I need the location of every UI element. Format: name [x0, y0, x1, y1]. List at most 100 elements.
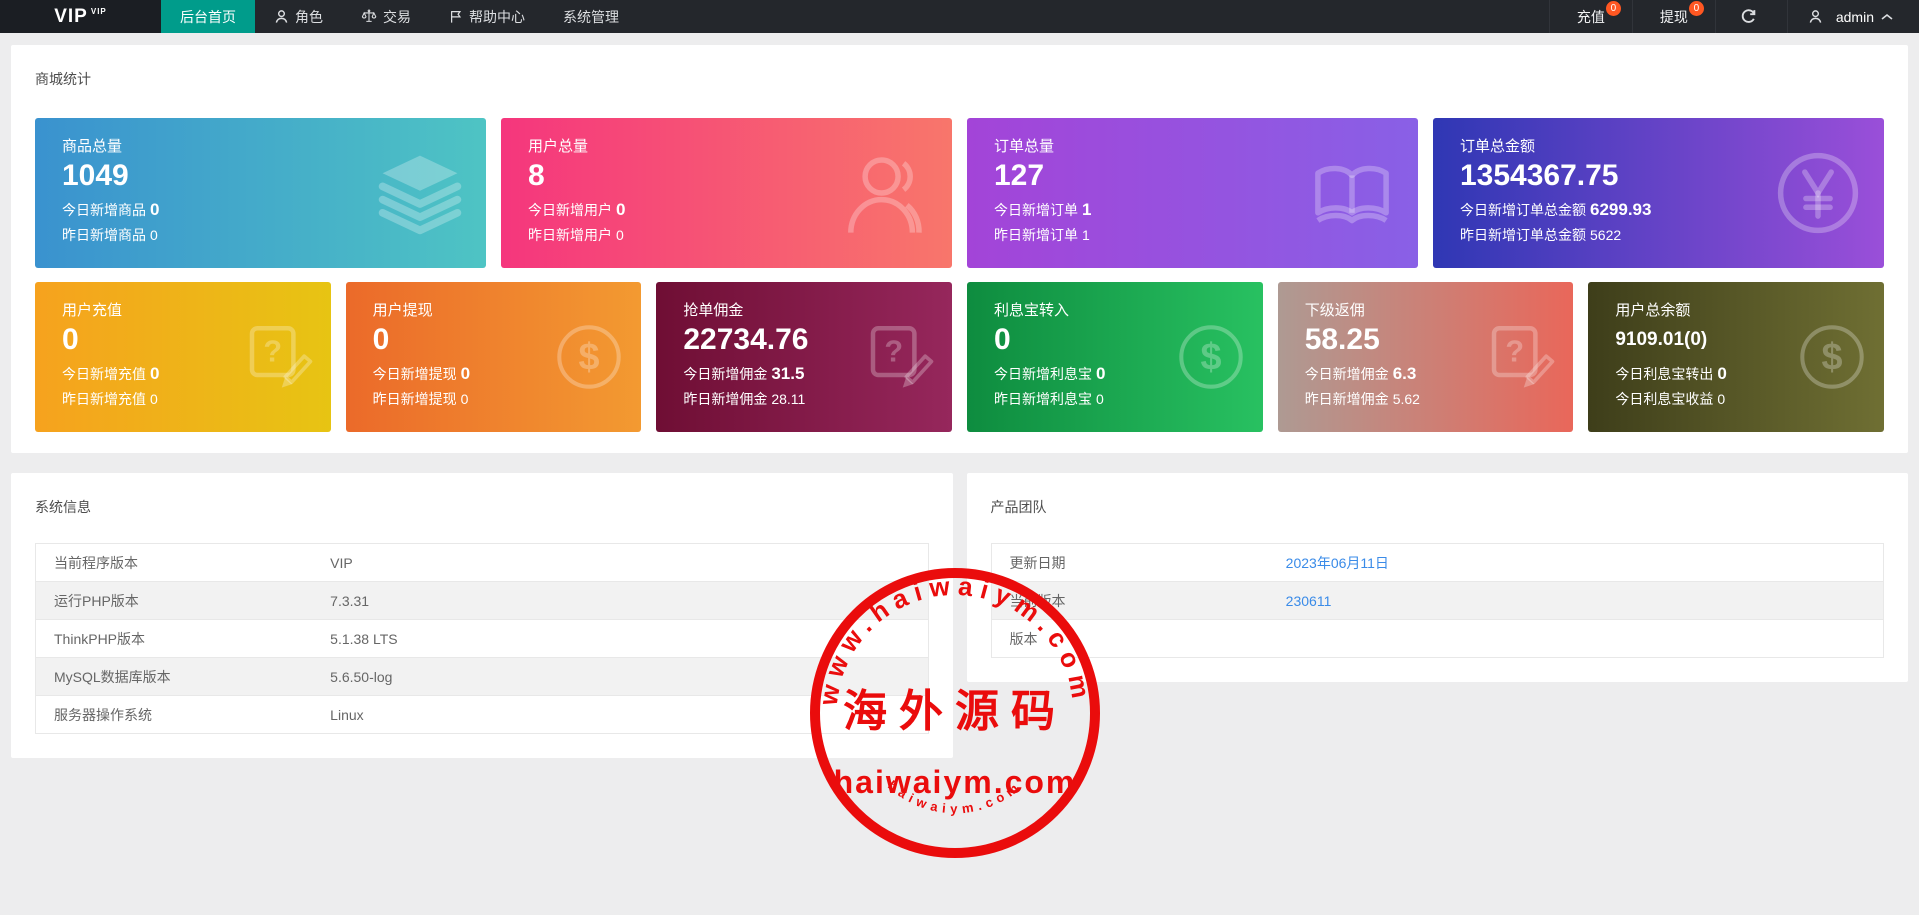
product-team-label: 当前版本 — [991, 581, 1268, 620]
stat-card-user-total: 用户总量 8 今日新增用户 0 昨日新增用户 0 — [501, 118, 952, 268]
menu-item-label: 帮助中心 — [469, 8, 525, 25]
logo-text: VIP — [54, 5, 88, 27]
svg-text:$: $ — [579, 337, 600, 379]
card-title: 利息宝转入 — [994, 302, 1070, 319]
system-info-value: VIP — [330, 554, 353, 571]
notification-badge: 0 — [1605, 1, 1621, 16]
card-title: 用户总余额 — [1615, 302, 1691, 319]
card-title: 下级返佣 — [1304, 302, 1365, 319]
product-team-row: 当前版本 230611 — [991, 581, 1884, 620]
stat-cards-row-1: 商品总量 1049 今日新增商品 0 昨日新增商品 0 用户总量 8 今日新增用户 0 昨日新增用户… — [35, 118, 1884, 268]
page-content: 商城统计 商品总量 1049 今日新增商品 0 昨日新增商品 0 用户总量 8 今日新增用户 0 昨… — [0, 33, 1919, 758]
bottom-panels: 系统信息 当前程序版本 VIP 运行PHP版本 7.3.31 ThinkPHP版本 5.1… — [11, 473, 1908, 758]
stat-card-user-withdraw: 用户提现 0 今日新增提现 0 昨日新增提现 0 $ — [345, 282, 642, 432]
system-info-label: 当前程序版本 — [54, 554, 138, 571]
system-info-label: ThinkPHP版本 — [35, 619, 313, 658]
stat-card-user-recharge: 用户充值 0 今日新增充值 0 昨日新增充值 0? — [35, 282, 331, 432]
user-icon — [1808, 9, 1823, 24]
section-title-system-info: 系统信息 — [35, 499, 91, 515]
action-label: 充值 — [1576, 8, 1605, 25]
svg-text:$: $ — [1822, 337, 1843, 379]
card-title: 用户充值 — [62, 302, 123, 319]
system-info-value: 5.6.50-log — [312, 657, 928, 696]
stat-card-sub-rebate: 下级返佣 58.25 今日新增佣金 6.3 昨日新增佣金 5.62? — [1277, 282, 1574, 432]
user-menu[interactable]: admin — [1786, 0, 1919, 33]
system-info-label: 运行PHP版本 — [35, 581, 313, 620]
refresh-button[interactable] — [1714, 0, 1787, 33]
stat-card-order-amount: 订单总金额 1354367.75 今日新增订单总金额 6299.93 昨日新增订单总金额… — [1433, 118, 1884, 268]
stamp-domain-text: haiwaiym.com — [834, 764, 1077, 800]
main-menu: 后台首页 角色 交易 帮助中心 系统管理 — [161, 0, 638, 33]
stat-card-order-total: 订单总量 127 今日新增订单 1 昨日新增订单 1 — [967, 118, 1418, 268]
flag-icon — [449, 9, 463, 24]
svg-text:?: ? — [884, 335, 903, 369]
menu-item-label: 后台首页 — [180, 8, 236, 25]
order-edit-icon: ? — [1485, 321, 1557, 393]
stat-card-goods-total: 商品总量 1049 今日新增商品 0 昨日新增商品 0 — [35, 118, 486, 268]
system-info-table: 当前程序版本 VIP 运行PHP版本 7.3.31 ThinkPHP版本 5.1.38 L… — [35, 543, 929, 734]
product-team-label: 版本 — [991, 619, 1268, 658]
layers-icon — [376, 149, 464, 237]
shop-stats-panel: 商城统计 商品总量 1049 今日新增商品 0 昨日新增商品 0 用户总量 8 今日新增用户 0 昨… — [11, 45, 1908, 453]
yen-circle-icon — [1774, 149, 1862, 237]
user-icon — [274, 9, 289, 24]
system-info-value: 5.1.38 LTS — [312, 619, 928, 658]
chevron-up-icon — [1881, 13, 1893, 21]
section-title-shop-stats: 商城统计 — [35, 71, 91, 87]
svg-text:?: ? — [1506, 335, 1525, 369]
action-label: 提现 — [1659, 8, 1688, 25]
system-info-row: MySQL数据库版本 5.6.50-log — [35, 657, 928, 696]
menu-item-trade[interactable]: 交易 — [342, 0, 430, 33]
card-title: 抢单佣金 — [683, 302, 744, 319]
product-team-value-link[interactable]: 230611 — [1267, 581, 1884, 620]
system-info-row: 运行PHP版本 7.3.31 — [35, 581, 928, 620]
refresh-icon — [1740, 8, 1757, 25]
system-info-label: MySQL数据库版本 — [35, 657, 313, 696]
system-info-value: 7.3.31 — [312, 581, 928, 620]
action-recharge-button[interactable]: 充值 0 — [1548, 0, 1632, 33]
system-info-row: 服务器操作系统 Linux — [35, 695, 928, 734]
menu-item-roles[interactable]: 角色 — [255, 0, 342, 33]
logo-sup: VIP — [90, 7, 107, 16]
system-info-panel: 系统信息 当前程序版本 VIP 运行PHP版本 7.3.31 ThinkPHP版本 5.1… — [11, 473, 953, 758]
order-edit-icon: ? — [864, 321, 936, 393]
product-team-value-link[interactable]: 2023年06月11日 — [1268, 544, 1884, 582]
action-withdraw-button[interactable]: 提现 0 — [1631, 0, 1715, 33]
dollar-circle-icon: $ — [1175, 321, 1247, 393]
system-info-value: Linux — [312, 695, 928, 734]
product-team-value — [1267, 619, 1884, 658]
svg-text:?: ? — [263, 335, 282, 369]
stat-card-interest-in: 利息宝转入 0 今日新增利息宝 0 昨日新增利息宝 0 $ — [967, 282, 1263, 432]
product-team-row: 更新日期 2023年06月11日 — [991, 544, 1884, 582]
product-team-row: 版本 — [991, 619, 1884, 658]
system-info-row: 当前程序版本 VIP — [36, 544, 929, 582]
system-info-row: ThinkPHP版本 5.1.38 LTS — [35, 619, 928, 658]
notification-badge: 0 — [1688, 1, 1704, 16]
stat-card-user-balance: 用户总余额 9109.01(0) 今日利息宝转出 0 今日利息宝收益 0 $ — [1588, 282, 1885, 432]
svg-text:$: $ — [1200, 337, 1221, 379]
menu-item-home[interactable]: 后台首页 — [161, 0, 255, 33]
user-silhouette-icon — [842, 149, 930, 237]
top-navbar: VIP VIP 后台首页 角色 交易 帮助中心 系统管理 充值 0 提现 0 admin — [0, 0, 1919, 33]
menu-item-label: 角色 — [295, 8, 323, 25]
dollar-circle-icon: $ — [1796, 321, 1868, 393]
stat-cards-row-2: 用户充值 0 今日新增充值 0 昨日新增充值 0? 用户提现 0 今日新增提现 0 昨日新增提现 0 $… — [35, 282, 1885, 432]
app-logo[interactable]: VIP VIP — [0, 0, 161, 33]
section-title-product-team: 产品团队 — [990, 499, 1047, 515]
system-info-label: 服务器操作系统 — [35, 695, 313, 734]
user-name: admin — [1835, 8, 1874, 25]
menu-item-label: 系统管理 — [563, 8, 619, 25]
scales-icon — [361, 9, 377, 24]
stat-card-grab-commission: 抢单佣金 22734.76 今日新增佣金 31.5 昨日新增佣金 28.11? — [656, 282, 953, 432]
menu-item-system[interactable]: 系统管理 — [544, 0, 638, 33]
dollar-circle-icon: $ — [553, 321, 625, 393]
navbar-right: 充值 0 提现 0 admin — [1548, 0, 1919, 33]
product-team-label: 更新日期 — [1009, 554, 1066, 571]
product-team-table: 更新日期 2023年06月11日 当前版本 230611 版本 — [990, 543, 1884, 658]
product-team-panel: 产品团队 更新日期 2023年06月11日 当前版本 230611 版本 — [966, 473, 1908, 682]
stamp-bottom-arc-text: haiwaiym.com — [885, 777, 1025, 816]
menu-item-help[interactable]: 帮助中心 — [430, 0, 544, 33]
menu-item-label: 交易 — [383, 8, 411, 25]
open-book-icon — [1308, 149, 1396, 237]
order-edit-icon: ? — [243, 321, 315, 393]
